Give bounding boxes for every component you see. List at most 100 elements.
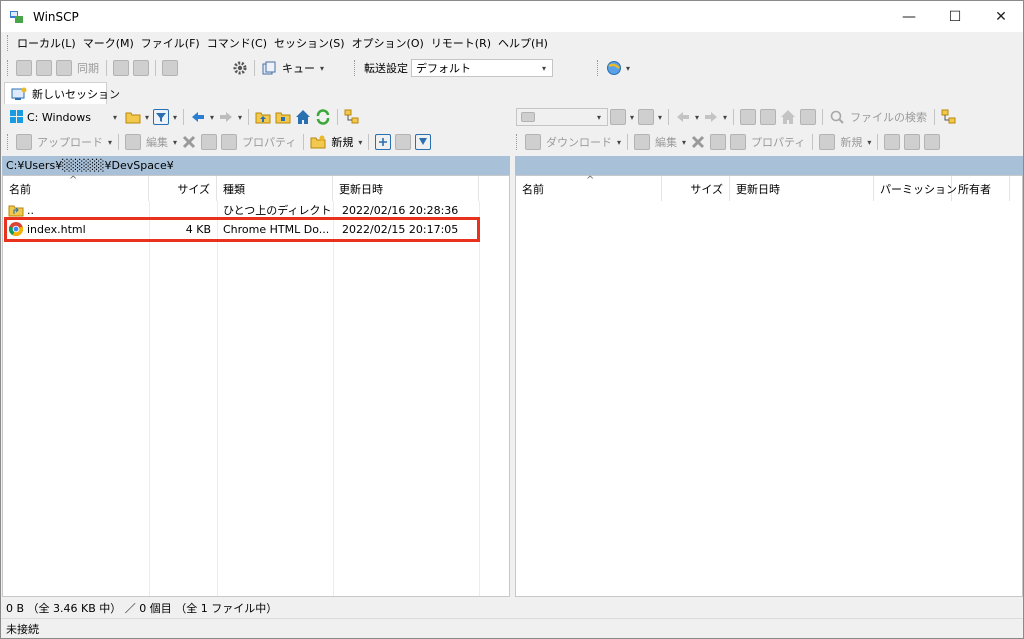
menu-grip[interactable] — [7, 35, 10, 51]
remote-new-folder-icon[interactable] — [819, 134, 836, 150]
root-dir-icon[interactable] — [275, 109, 291, 125]
sync-browse-icon[interactable] — [36, 60, 52, 76]
sites-dropdown-icon[interactable]: ▾ — [626, 64, 630, 73]
menu-remote[interactable]: リモート(R) — [428, 35, 494, 51]
menu-help[interactable]: ヘルプ(H) — [495, 35, 551, 51]
toolbar-grip[interactable] — [597, 60, 600, 76]
compare-dirs-icon[interactable] — [16, 60, 32, 76]
remote-forward-arrow-icon[interactable] — [703, 109, 719, 125]
delete-icon[interactable] — [181, 134, 197, 150]
find-files-icon[interactable] — [829, 109, 845, 125]
remote-path-select[interactable]: ▾ — [516, 108, 608, 126]
putty-icon[interactable] — [133, 60, 149, 76]
remote-open-folder-icon[interactable] — [610, 109, 626, 125]
edit-button[interactable]: 編集 — [146, 134, 168, 150]
remote-parent-dir-icon[interactable] — [740, 109, 757, 125]
menu-command[interactable]: コマンド(C) — [204, 35, 270, 51]
console-icon[interactable] — [113, 60, 129, 76]
forward-dropdown-icon[interactable]: ▾ — [238, 113, 242, 122]
rename-icon[interactable] — [201, 134, 218, 150]
remote-col-modified[interactable]: 更新日時 — [730, 176, 874, 201]
sync-icon[interactable] — [56, 60, 72, 76]
remote-properties-button[interactable]: プロパティ — [751, 134, 805, 150]
properties-button[interactable]: プロパティ — [242, 134, 296, 150]
remote-refresh-icon[interactable] — [800, 109, 817, 125]
find-files-label[interactable]: ファイルの検索 — [850, 109, 927, 125]
menu-options[interactable]: オプション(O) — [349, 35, 427, 51]
local-col-type[interactable]: 種類 — [217, 176, 333, 201]
queue-dropdown-icon[interactable]: ▾ — [320, 64, 324, 73]
remote-delete-icon[interactable] — [690, 134, 706, 150]
menu-file[interactable]: ファイル(F) — [138, 35, 203, 51]
remote-forward-dropdown-icon[interactable]: ▾ — [723, 113, 727, 122]
unselect-icon[interactable] — [395, 134, 412, 150]
toolbar-grip[interactable] — [516, 134, 519, 150]
remote-properties-icon[interactable] — [730, 134, 747, 150]
preferences-gear-icon[interactable] — [232, 60, 248, 76]
local-path-bar[interactable]: C:¥Users¥░░░░░¥DevSpace¥ — [2, 156, 510, 175]
close-button[interactable]: ✕ — [978, 1, 1024, 32]
queue-icon[interactable] — [261, 60, 277, 76]
home-icon[interactable] — [295, 109, 311, 125]
back-arrow-icon[interactable] — [190, 109, 206, 125]
back-dropdown-icon[interactable]: ▾ — [210, 113, 214, 122]
toolbar-grip[interactable] — [7, 60, 10, 76]
parent-dir-icon[interactable] — [255, 109, 271, 125]
sites-globe-icon[interactable] — [606, 60, 622, 76]
tab-new-session[interactable]: 新しいセッション — [4, 82, 120, 104]
filter-dropdown-icon[interactable]: ▾ — [173, 113, 177, 122]
maximize-button[interactable]: ☐ — [932, 1, 978, 32]
remote-new-button[interactable]: 新規 — [840, 134, 862, 150]
download-button[interactable]: ダウンロード — [546, 134, 612, 150]
tree-view-icon[interactable] — [344, 109, 360, 125]
remote-edit-dropdown-icon[interactable]: ▾ — [682, 138, 686, 147]
queue-label[interactable]: キュー — [282, 60, 315, 76]
open-dropdown-icon[interactable]: ▾ — [145, 113, 149, 122]
toolbar-grip[interactable] — [7, 134, 10, 150]
remote-new-dropdown-icon[interactable]: ▾ — [867, 138, 871, 147]
remote-file-list[interactable]: 名前 ^ サイズ 更新日時 パーミッション 所有者 — [515, 175, 1023, 597]
remote-col-name[interactable]: 名前 ^ — [516, 175, 662, 201]
select-filter-icon[interactable] — [415, 134, 432, 150]
remote-tree-view-icon[interactable] — [941, 109, 957, 125]
download-dropdown-icon[interactable]: ▾ — [617, 138, 621, 147]
remote-edit-icon[interactable] — [634, 134, 651, 150]
remote-filter-dropdown-icon[interactable]: ▾ — [658, 113, 662, 122]
local-col-size[interactable]: サイズ — [149, 176, 217, 201]
new-dropdown-icon[interactable]: ▾ — [358, 138, 362, 147]
transfer-settings-select[interactable]: デフォルト ▾ — [411, 59, 554, 77]
open-folder-icon[interactable] — [125, 109, 141, 125]
local-col-name[interactable]: 名前 ^ — [3, 175, 149, 201]
remote-root-dir-icon[interactable] — [760, 109, 777, 125]
remote-select-filter-icon[interactable] — [924, 134, 941, 150]
remote-col-permissions[interactable]: パーミッション — [874, 176, 957, 201]
compare-icon[interactable] — [162, 60, 178, 76]
remote-col-owner[interactable]: 所有者 — [952, 176, 1010, 201]
remote-rename-icon[interactable] — [710, 134, 727, 150]
upload-dropdown-icon[interactable]: ▾ — [108, 138, 112, 147]
select-all-icon[interactable] — [375, 134, 392, 150]
remote-filter-icon[interactable] — [638, 109, 655, 125]
remote-path-bar[interactable] — [515, 156, 1023, 175]
remote-select-all-icon[interactable] — [884, 134, 901, 150]
upload-icon[interactable] — [16, 134, 32, 150]
edit-icon[interactable] — [125, 134, 142, 150]
remote-edit-button[interactable]: 編集 — [655, 134, 677, 150]
properties-icon[interactable] — [221, 134, 238, 150]
filter-icon[interactable] — [153, 109, 170, 125]
menu-mark[interactable]: マーク(M) — [80, 35, 137, 51]
upload-button[interactable]: アップロード — [37, 134, 103, 150]
remote-unselect-icon[interactable] — [904, 134, 921, 150]
remote-col-size[interactable]: サイズ — [662, 176, 730, 201]
remote-back-arrow-icon[interactable] — [675, 109, 691, 125]
refresh-icon[interactable] — [315, 109, 331, 125]
new-button[interactable]: 新規 — [331, 134, 353, 150]
menu-local[interactable]: ローカル(L) — [14, 35, 79, 51]
remote-home-icon[interactable] — [780, 109, 796, 125]
edit-dropdown-icon[interactable]: ▾ — [173, 138, 177, 147]
menu-session[interactable]: セッション(S) — [271, 35, 348, 51]
local-drive-select[interactable]: C: Windows ▾ — [27, 108, 123, 126]
new-folder-icon[interactable] — [310, 134, 326, 150]
toolbar-grip[interactable] — [354, 60, 357, 76]
remote-back-dropdown-icon[interactable]: ▾ — [695, 113, 699, 122]
